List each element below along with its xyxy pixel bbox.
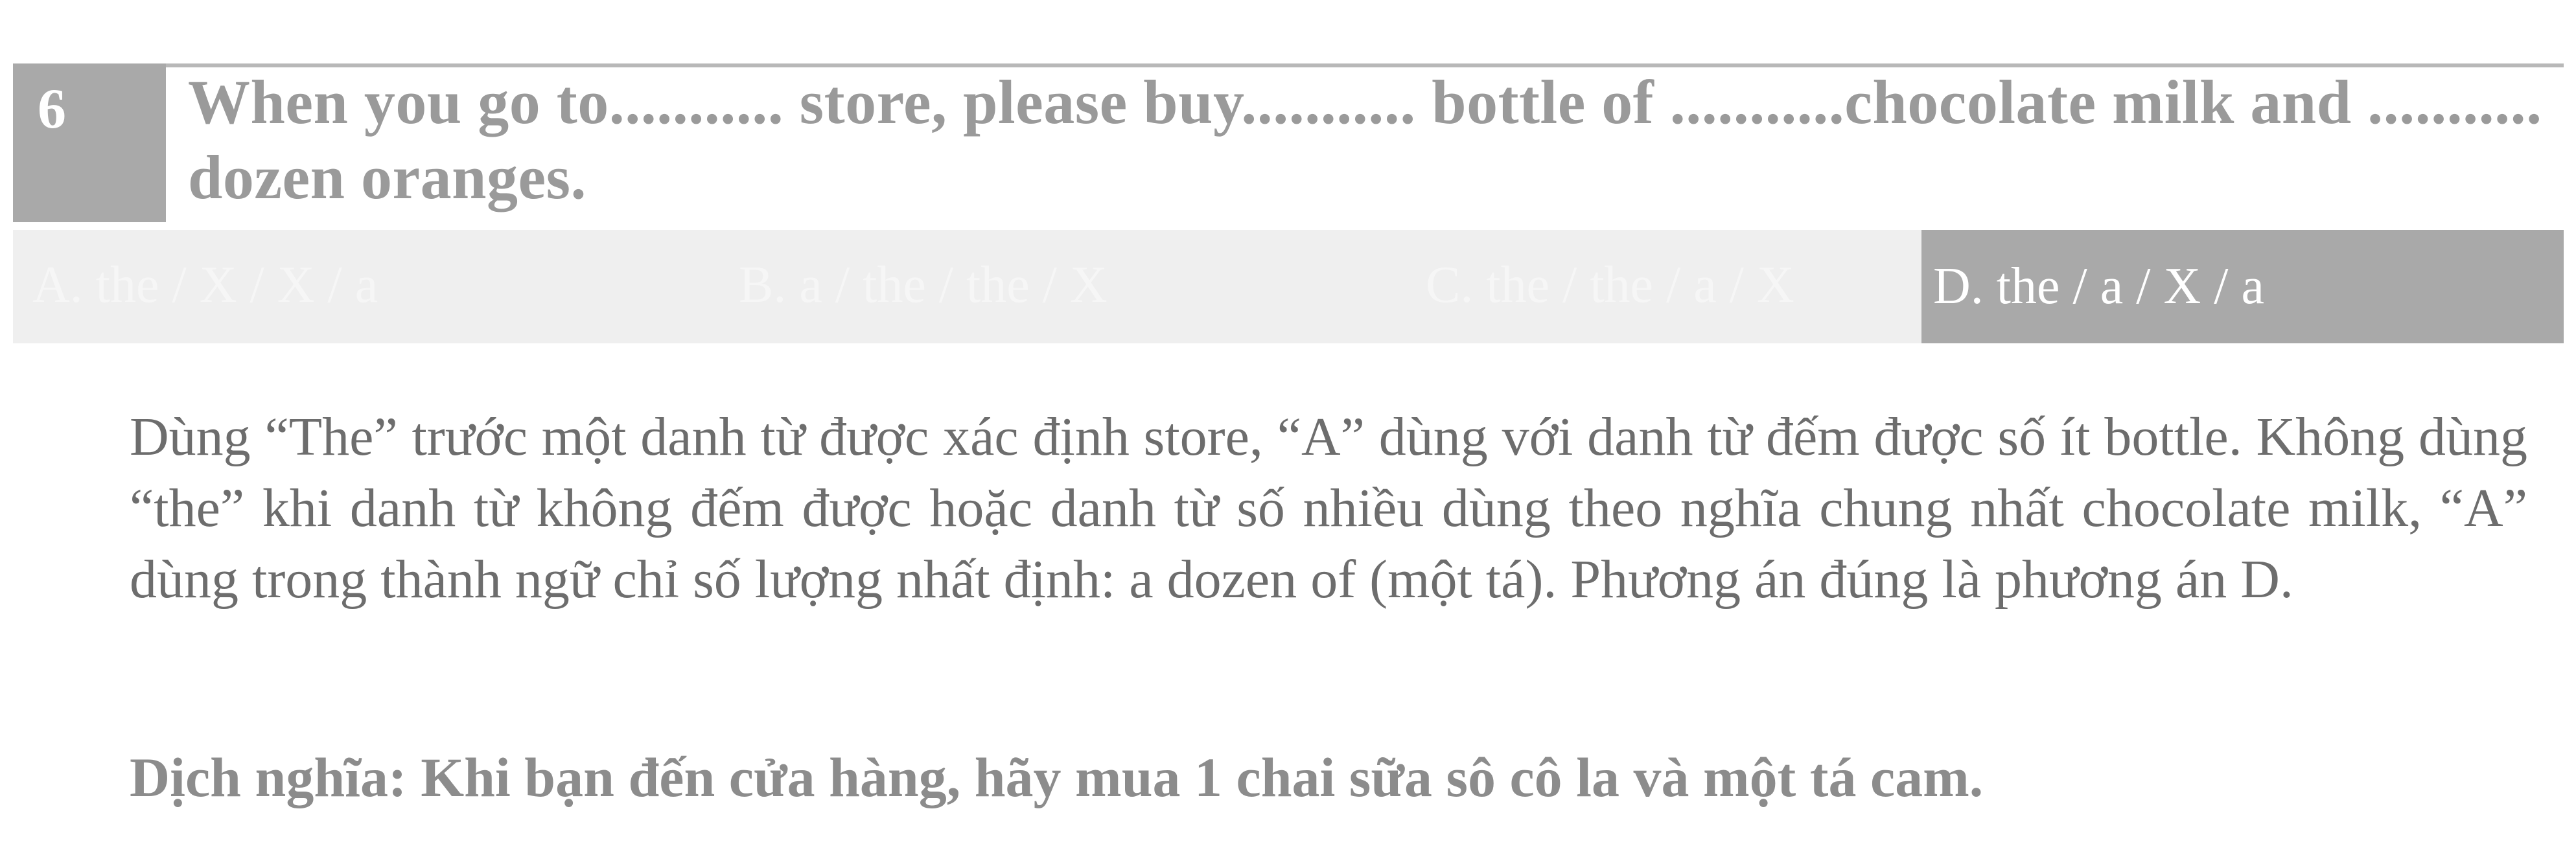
question-number: 6 [13,63,166,222]
option-a[interactable]: A. the / X / X / a [32,243,378,327]
explanation-paragraph: Dùng “The” trước một danh từ được xác đị… [130,407,2527,610]
option-c[interactable]: C. the / the / a / X [1426,243,1794,327]
exercise-page: 6 When you go to........... store, pleas… [0,0,2576,857]
question-text: When you go to........... store, please … [188,67,2542,212]
option-d-correct[interactable]: D. the / a / X / a [1921,230,2564,343]
option-b[interactable]: B. a / the / the / X [739,243,1108,327]
translation-line: Dịch nghĩa: Khi bạn đến cửa hàng, hãy mu… [130,746,1984,808]
